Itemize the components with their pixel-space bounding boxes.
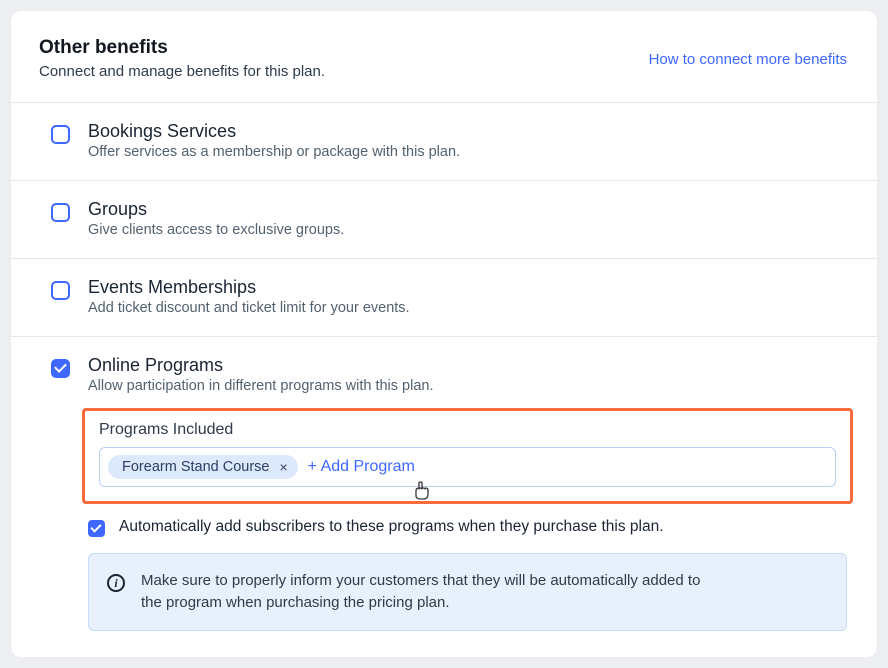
benefit-title: Groups <box>88 199 847 220</box>
info-text: Make sure to properly inform your custom… <box>141 570 701 614</box>
programs-input[interactable]: Forearm Stand Course × + Add Program <box>99 447 836 487</box>
benefits-card: Other benefits Connect and manage benefi… <box>11 11 877 657</box>
card-header: Other benefits Connect and manage benefi… <box>11 11 877 102</box>
benefit-body-groups: Groups Give clients access to exclusive … <box>88 199 847 238</box>
program-chip-label: Forearm Stand Course <box>122 459 269 475</box>
benefit-row-online-programs: Online Programs Allow participation in d… <box>11 336 877 657</box>
auto-add-row: Automatically add subscribers to these p… <box>88 518 847 537</box>
checkbox-bookings[interactable] <box>51 125 70 144</box>
benefit-body-online-programs: Online Programs Allow participation in d… <box>88 355 847 631</box>
header-text-block: Other benefits Connect and manage benefi… <box>39 37 325 80</box>
checkbox-online-programs[interactable] <box>51 359 70 378</box>
programs-highlight: Programs Included Forearm Stand Course ×… <box>82 408 853 504</box>
info-callout: i Make sure to properly inform your cust… <box>88 553 847 631</box>
benefit-desc: Add ticket discount and ticket limit for… <box>88 300 847 316</box>
benefit-desc: Give clients access to exclusive groups. <box>88 222 847 238</box>
help-link[interactable]: How to connect more benefits <box>649 37 847 68</box>
checkbox-events[interactable] <box>51 281 70 300</box>
benefit-title: Events Memberships <box>88 277 847 298</box>
benefit-desc: Offer services as a membership or packag… <box>88 144 847 160</box>
card-subtitle: Connect and manage benefits for this pla… <box>39 63 325 80</box>
benefit-row-groups: Groups Give clients access to exclusive … <box>11 180 877 258</box>
program-chip: Forearm Stand Course × <box>108 455 298 479</box>
card-title: Other benefits <box>39 37 325 59</box>
benefit-desc: Allow participation in different program… <box>88 378 847 394</box>
auto-add-label: Automatically add subscribers to these p… <box>119 518 664 536</box>
benefit-title: Online Programs <box>88 355 847 376</box>
benefit-body-bookings: Bookings Services Offer services as a me… <box>88 121 847 160</box>
programs-panel: Programs Included Forearm Stand Course ×… <box>88 408 847 631</box>
checkbox-groups[interactable] <box>51 203 70 222</box>
benefit-row-events: Events Memberships Add ticket discount a… <box>11 258 877 336</box>
benefit-title: Bookings Services <box>88 121 847 142</box>
benefit-body-events: Events Memberships Add ticket discount a… <box>88 277 847 316</box>
programs-field-label: Programs Included <box>99 421 836 439</box>
checkbox-auto-add[interactable] <box>88 520 105 537</box>
info-icon: i <box>107 574 125 592</box>
remove-chip-icon[interactable]: × <box>279 460 287 474</box>
benefit-row-bookings: Bookings Services Offer services as a me… <box>11 102 877 180</box>
add-program-button[interactable]: + Add Program <box>308 458 415 476</box>
